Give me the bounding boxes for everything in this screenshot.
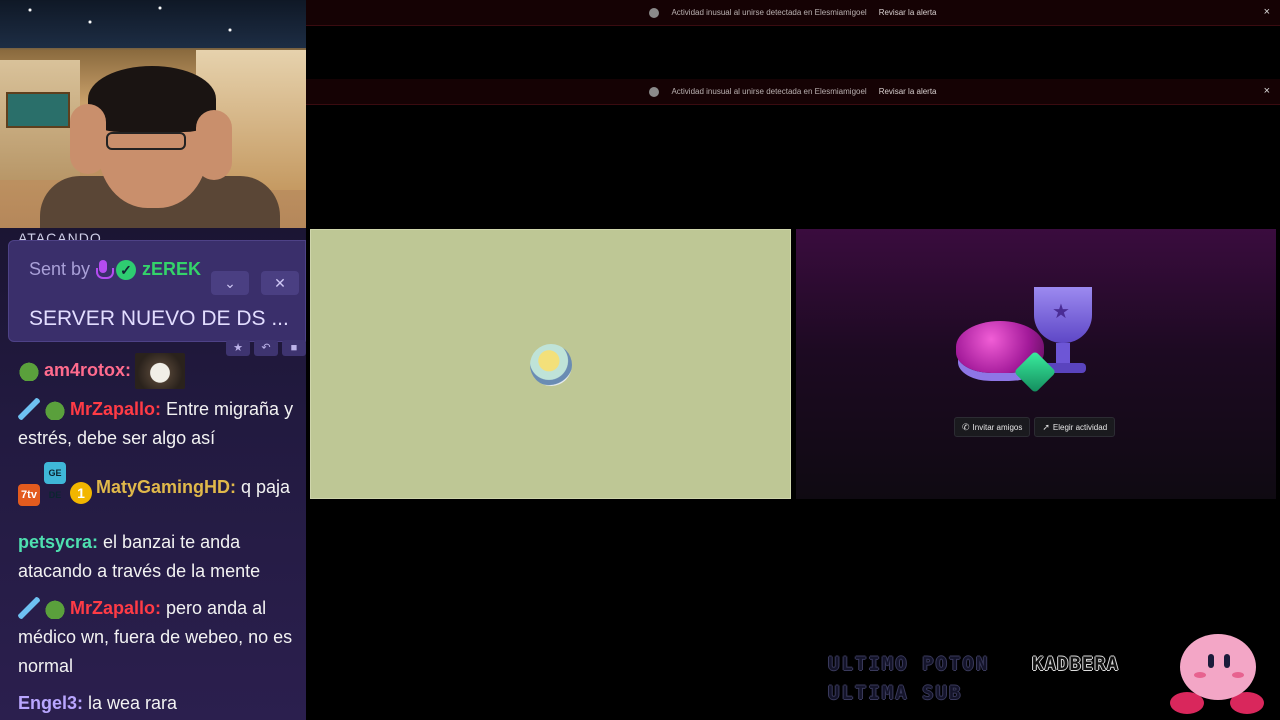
choose-activity-button[interactable]: ➚ Elegir actividad <box>1034 417 1116 437</box>
chat-message: MrZapallo: pero anda al médico wn, fuera… <box>18 594 306 681</box>
chat-username[interactable]: MrZapallo: <box>70 399 161 419</box>
rocket-icon: ➚ <box>1042 421 1050 432</box>
webcam-hand-right <box>196 110 232 180</box>
seven-tv-badge-icon: 7tv <box>18 484 40 506</box>
chat-message: petsycra: el banzai te anda atacando a t… <box>18 528 306 586</box>
alert-message: Actividad inusual al unirse detectada en… <box>671 8 867 17</box>
pinned-header: Sent by ✓ zEREK <box>29 259 201 280</box>
alert-bar: Actividad inusual al unirse detectada en… <box>306 0 1280 26</box>
kirby-mascot-icon <box>1170 630 1266 718</box>
chat-panel: ATACANDO Sent by ✓ zEREK ⌄ ✕ SERVER NUEV… <box>0 228 306 720</box>
pepe-badge-icon <box>18 358 40 381</box>
last-events-values: KADBERA <box>1032 650 1119 679</box>
unpin-icon[interactable]: ✕ <box>261 271 299 295</box>
pepe-badge-icon <box>44 597 66 619</box>
trophy-stem <box>1056 343 1070 365</box>
sent-by-label: Sent by <box>29 259 91 279</box>
chat-username[interactable]: MatyGamingHD: <box>96 477 236 497</box>
user-avatar <box>530 344 572 386</box>
last-sub-value: KADBERA <box>1032 653 1120 675</box>
review-alert-link[interactable]: Revisar la alerta <box>879 87 937 96</box>
chat-message: Engel3: la wea rara <box>18 689 306 718</box>
last-events-overlay: ULTIMO POTON ULTIMA SUB <box>828 650 989 708</box>
last-sub-label: ULTIMA SUB <box>828 682 963 704</box>
pinned-text: SERVER NUEVO DE DS ... <box>29 307 289 330</box>
chat-cutoff-line: ATACANDO <box>18 230 102 240</box>
sword-badge-icon <box>18 597 40 619</box>
activity-tile: ★ ✆ Invitar amigos ➚ Elegir actividad <box>796 229 1276 499</box>
pepe-badge-icon <box>44 398 66 420</box>
chat-username[interactable]: petsycra: <box>18 532 98 552</box>
close-icon[interactable]: × <box>1264 85 1270 97</box>
activity-buttons: ✆ Invitar amigos ➚ Elegir actividad <box>954 417 1116 437</box>
trophy-illustration: ★ <box>956 287 1136 397</box>
webcam-aquarium <box>6 92 70 128</box>
invite-friends-button[interactable]: ✆ Invitar amigos <box>954 417 1031 437</box>
chat-message: 7tvGE DE 1 MatyGamingHD: q paja <box>18 462 306 506</box>
chat-message: MrZapallo: Entre migraña y estrés, debe … <box>18 395 306 453</box>
trophy-icon: ★ <box>1034 287 1092 343</box>
pinned-username: zEREK <box>142 259 202 279</box>
webcam-ceiling <box>0 0 306 48</box>
alert-message: Actividad inusual al unirse detectada en… <box>671 87 867 96</box>
verified-check-icon: ✓ <box>116 259 137 280</box>
review-alert-link[interactable]: Revisar la alerta <box>879 8 937 17</box>
chat-text: la wea rara <box>83 693 178 713</box>
chat-text: q paja <box>236 477 291 497</box>
chat-username[interactable]: am4rotox: <box>44 360 131 380</box>
chat-username[interactable]: MrZapallo: <box>70 598 161 618</box>
voice-user-tile[interactable] <box>310 229 791 499</box>
grid-badge-icon: GE DE <box>44 462 66 500</box>
chevron-down-icon[interactable]: ⌄ <box>211 271 249 295</box>
person-add-icon: ✆ <box>962 421 970 432</box>
sword-badge-icon <box>18 398 40 420</box>
alert-bar: Actividad inusual al unirse detectada en… <box>306 79 1280 105</box>
webcam-feed <box>0 0 306 228</box>
webcam-glasses <box>106 132 186 150</box>
close-icon[interactable]: × <box>1264 6 1270 18</box>
mic-icon <box>96 259 115 280</box>
pinned-message[interactable]: Sent by ✓ zEREK ⌄ ✕ SERVER NUEVO DE DS .… <box>8 240 306 342</box>
warning-icon <box>649 7 660 18</box>
choose-activity-label: Elegir actividad <box>1052 422 1108 432</box>
cat-emote-icon <box>135 353 186 389</box>
warning-icon <box>649 86 660 97</box>
chat-username[interactable]: Engel3: <box>18 693 83 713</box>
chat-message: am4rotox: <box>18 353 306 389</box>
invite-friends-label: Invitar amigos <box>972 422 1023 432</box>
webcam-hand-left <box>70 104 106 174</box>
sub-badge-icon: 1 <box>70 482 92 504</box>
last-tip-label: ULTIMO POTON <box>828 653 990 675</box>
